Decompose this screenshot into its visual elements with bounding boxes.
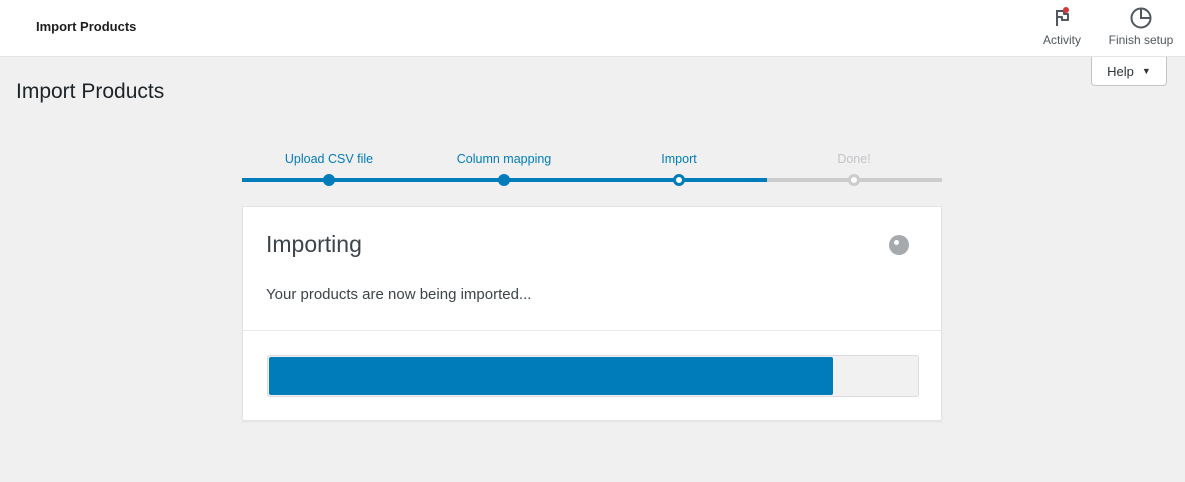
top-header: Import Products Activity Finish setup — [0, 0, 1185, 57]
step-mapping-dot — [498, 174, 510, 186]
step-done-dot — [848, 174, 860, 186]
step-upload-csv[interactable]: Upload CSV file — [285, 152, 373, 166]
step-import[interactable]: Import — [661, 152, 696, 166]
card-divider — [243, 330, 941, 331]
header-title: Import Products — [36, 19, 137, 34]
help-label: Help — [1107, 63, 1134, 79]
finish-setup-label: Finish setup — [1108, 33, 1174, 47]
activity-label: Activity — [1042, 33, 1081, 47]
page-title: Import Products — [16, 80, 165, 103]
caret-down-icon: ▼ — [1141, 66, 1151, 76]
card-description: Your products are now being imported... — [266, 286, 532, 303]
importing-card: Importing Your products are now being im… — [242, 206, 942, 421]
help-button[interactable]: Help ▼ — [1091, 57, 1167, 86]
step-import-dot — [673, 174, 685, 186]
finish-setup-button[interactable]: Finish setup — [1105, 6, 1177, 52]
activity-button[interactable]: Activity — [1040, 6, 1084, 52]
import-stepper: Upload CSV file Column mapping Import Do… — [242, 150, 942, 190]
step-upload-dot — [323, 174, 335, 186]
step-column-mapping[interactable]: Column mapping — [457, 152, 552, 166]
progress-circle-icon — [1130, 7, 1152, 29]
progress-fill — [269, 357, 833, 395]
step-done: Done! — [837, 152, 871, 166]
flag-icon — [1056, 7, 1069, 26]
card-title: Importing — [266, 231, 362, 257]
import-progress-bar — [267, 355, 919, 397]
loading-spinner-icon — [889, 235, 909, 255]
notification-dot — [1063, 7, 1069, 13]
